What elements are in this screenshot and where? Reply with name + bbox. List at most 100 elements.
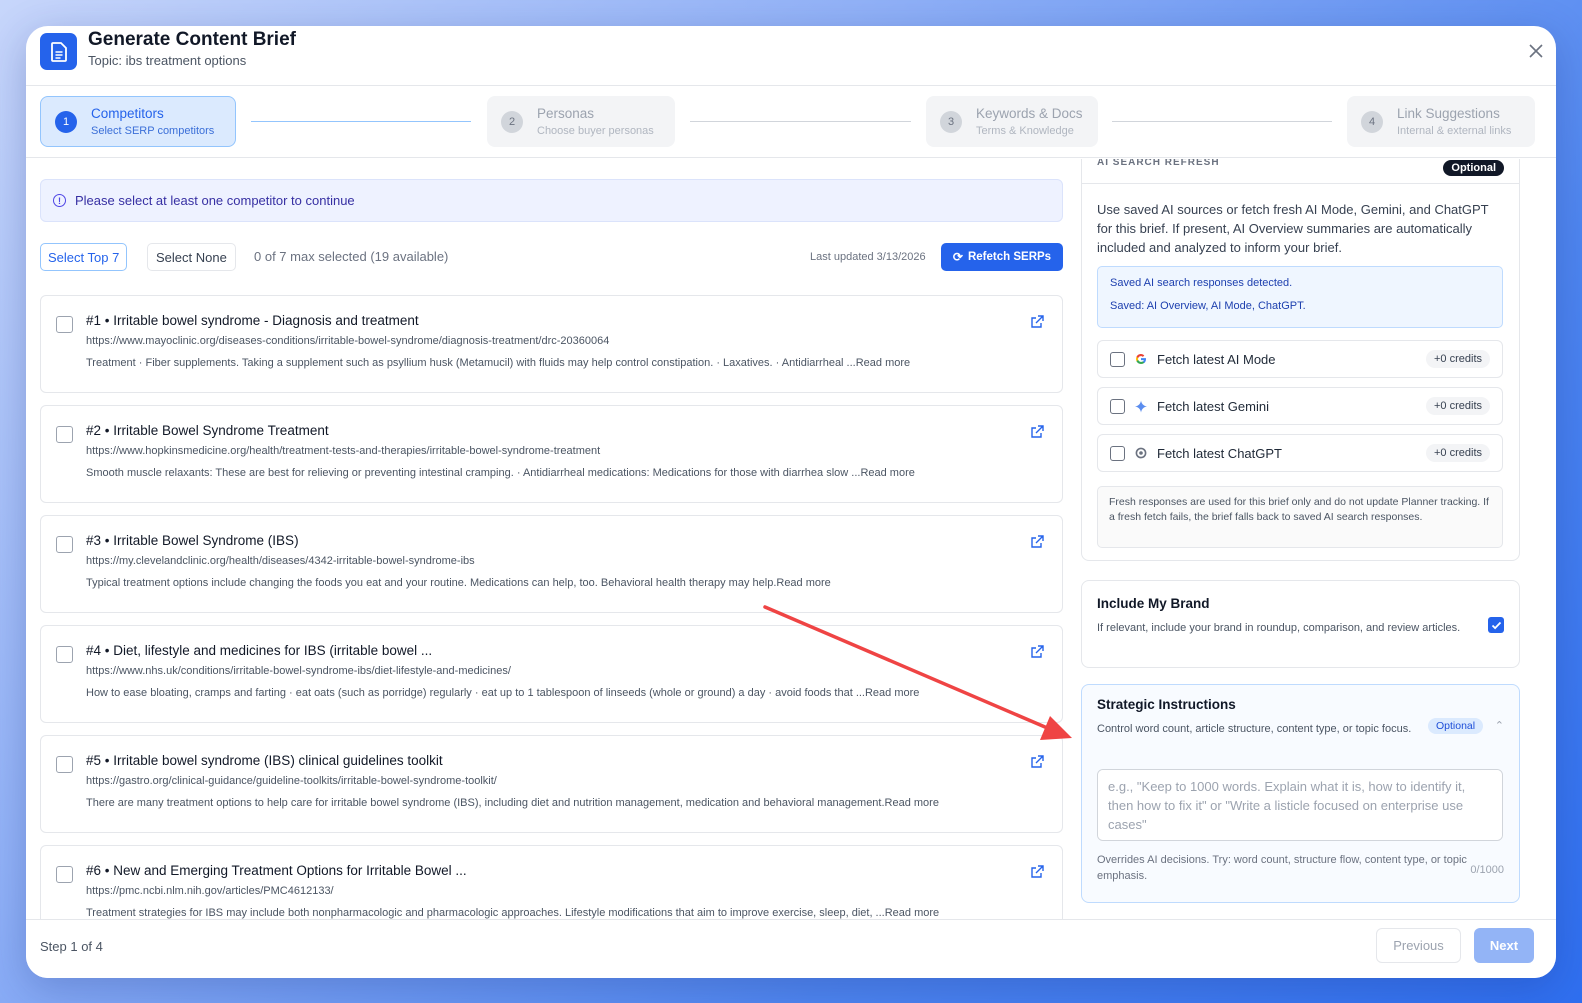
- step-title: Link Suggestions: [1397, 105, 1500, 121]
- credits-badge: +0 credits: [1426, 397, 1490, 415]
- step-subtitle: Terms & Knowledge: [976, 124, 1074, 137]
- competitor-snippet: There are many treatment options to help…: [86, 797, 939, 809]
- step-keywords-docs[interactable]: 3 Keywords & Docs Terms & Knowledge: [926, 96, 1098, 147]
- competitor-card[interactable]: #3 • Irritable Bowel Syndrome (IBS) http…: [40, 515, 1063, 613]
- competitors-panel: ! Please select at least one competitor …: [40, 159, 1063, 919]
- external-link-icon[interactable]: [1030, 755, 1044, 769]
- optional-badge: Optional: [1443, 160, 1504, 176]
- previous-button[interactable]: Previous: [1376, 928, 1461, 963]
- strategic-instructions-section: Strategic Instructions Control word coun…: [1081, 684, 1520, 903]
- competitor-card[interactable]: #1 • Irritable bowel syndrome - Diagnosi…: [40, 295, 1063, 393]
- step-title: Personas: [537, 105, 595, 121]
- fetch-chatgpt-label: Fetch latest ChatGPT: [1157, 445, 1282, 461]
- competitor-url: https://pmc.ncbi.nlm.nih.gov/articles/PM…: [86, 885, 334, 897]
- competitor-snippet: How to ease bloating, cramps and farting…: [86, 687, 920, 699]
- external-link-icon[interactable]: [1030, 865, 1044, 879]
- step-title: Competitors: [91, 105, 164, 121]
- optional-badge: Optional: [1428, 718, 1484, 734]
- fetch-ai-mode-checkbox[interactable]: [1110, 351, 1125, 367]
- alert-text: Please select at least one competitor to…: [75, 193, 355, 208]
- external-link-icon[interactable]: [1030, 315, 1044, 329]
- options-panel: AI SEARCH REFRESH Optional Use saved AI …: [1081, 159, 1520, 919]
- stepper: 1 Competitors Select SERP competitors 2 …: [26, 86, 1556, 158]
- competitor-url: https://www.mayoclinic.org/diseases-cond…: [86, 335, 610, 347]
- competitor-card[interactable]: #6 • New and Emerging Treatment Options …: [40, 845, 1063, 919]
- competitor-checkbox[interactable]: [56, 536, 73, 553]
- fetch-ai-mode-option[interactable]: Fetch latest AI Mode +0 credits: [1097, 340, 1503, 378]
- document-icon: [40, 33, 77, 70]
- step-link-suggestions[interactable]: 4 Link Suggestions Internal & external l…: [1347, 96, 1535, 147]
- next-button[interactable]: Next: [1474, 928, 1534, 963]
- external-link-icon[interactable]: [1030, 425, 1044, 439]
- ai-search-description: Use saved AI sources or fetch fresh AI M…: [1097, 202, 1489, 255]
- include-brand-checkbox[interactable]: [1488, 617, 1504, 633]
- competitor-toolbar: Select Top 7 Select None 0 of 7 max sele…: [40, 243, 1063, 272]
- credits-badge: +0 credits: [1426, 350, 1490, 368]
- include-brand-description: If relevant, include your brand in round…: [1097, 622, 1461, 634]
- character-count: 0/1000: [1470, 864, 1504, 876]
- ai-search-header: AI SEARCH REFRESH Optional: [1082, 159, 1519, 184]
- competitor-card[interactable]: #4 • Diet, lifestyle and medicines for I…: [40, 625, 1063, 723]
- step-number: 1: [55, 110, 77, 133]
- refetch-serps-button[interactable]: ⟳ Refetch SERPs: [941, 243, 1063, 271]
- competitor-url: https://www.nhs.uk/conditions/irritable-…: [86, 665, 511, 677]
- modal-subtitle: Topic: ibs treatment options: [88, 53, 247, 68]
- step-number: 2: [501, 110, 523, 133]
- include-brand-title: Include My Brand: [1097, 596, 1210, 611]
- select-top-button[interactable]: Select Top 7: [40, 243, 128, 271]
- competitor-title: #4 • Diet, lifestyle and medicines for I…: [86, 643, 433, 658]
- competitor-checkbox[interactable]: [56, 316, 73, 333]
- competitor-card[interactable]: #2 • Irritable Bowel Syndrome Treatment …: [40, 405, 1063, 503]
- competitor-checkbox[interactable]: [56, 426, 73, 443]
- ai-search-heading: AI SEARCH REFRESH: [1097, 159, 1220, 168]
- step-connector: [1112, 121, 1332, 122]
- strategic-instructions-input[interactable]: [1097, 769, 1503, 841]
- competitor-checkbox[interactable]: [56, 646, 73, 663]
- external-link-icon[interactable]: [1030, 645, 1044, 659]
- saved-responses-info: Saved AI search responses detected. Save…: [1097, 266, 1503, 328]
- strategic-instructions-help: Overrides AI decisions. Try: word count,…: [1097, 854, 1467, 882]
- fetch-chatgpt-option[interactable]: Fetch latest ChatGPT +0 credits: [1097, 434, 1503, 472]
- validation-alert: ! Please select at least one competitor …: [40, 179, 1063, 222]
- close-icon[interactable]: [1526, 42, 1546, 62]
- competitor-url: https://my.clevelandclinic.org/health/di…: [86, 555, 475, 567]
- step-connector: [690, 121, 911, 122]
- fetch-ai-mode-label: Fetch latest AI Mode: [1157, 351, 1276, 367]
- credits-badge: +0 credits: [1426, 444, 1490, 462]
- step-competitors[interactable]: 1 Competitors Select SERP competitors: [40, 96, 236, 147]
- competitor-checkbox[interactable]: [56, 866, 73, 883]
- competitor-url: https://www.hopkinsmedicine.org/health/t…: [86, 445, 601, 457]
- competitor-url: https://gastro.org/clinical-guidance/gui…: [86, 775, 497, 787]
- select-none-button[interactable]: Select None: [147, 243, 236, 271]
- fetch-gemini-option[interactable]: Fetch latest Gemini +0 credits: [1097, 387, 1503, 425]
- step-subtitle: Internal & external links: [1397, 124, 1512, 137]
- step-number: 3: [940, 110, 962, 133]
- content-brief-modal: Generate Content Brief Topic: ibs treatm…: [26, 26, 1556, 978]
- selected-count: 0 of 7 max selected (19 available): [254, 249, 449, 264]
- chevron-up-icon[interactable]: ⌃: [1495, 719, 1504, 732]
- fresh-responses-note: Fresh responses are used for this brief …: [1097, 486, 1503, 548]
- competitor-title: #3 • Irritable Bowel Syndrome (IBS): [86, 533, 299, 548]
- competitor-card[interactable]: #5 • Irritable bowel syndrome (IBS) clin…: [40, 735, 1063, 833]
- ai-search-refresh-section: AI SEARCH REFRESH Optional Use saved AI …: [1081, 159, 1520, 561]
- competitor-snippet: Smooth muscle relaxants: These are best …: [86, 467, 915, 479]
- gemini-icon: [1135, 400, 1147, 412]
- include-brand-section: Include My Brand If relevant, include yo…: [1081, 580, 1520, 668]
- info-icon: !: [53, 194, 66, 207]
- external-link-icon[interactable]: [1030, 535, 1044, 549]
- step-personas[interactable]: 2 Personas Choose buyer personas: [487, 96, 675, 147]
- competitor-snippet: Typical treatment options include changi…: [86, 577, 831, 589]
- competitor-checkbox[interactable]: [56, 756, 73, 773]
- modal-footer: Step 1 of 4 Previous Next: [26, 919, 1556, 978]
- fetch-gemini-checkbox[interactable]: [1110, 398, 1125, 414]
- competitor-title: #5 • Irritable bowel syndrome (IBS) clin…: [86, 753, 443, 768]
- fetch-gemini-label: Fetch latest Gemini: [1157, 398, 1269, 414]
- saved-responses-title: Saved AI search responses detected.: [1110, 277, 1293, 289]
- step-subtitle: Choose buyer personas: [537, 124, 654, 137]
- strategic-instructions-description: Control word count, article structure, c…: [1097, 723, 1412, 735]
- fetch-chatgpt-checkbox[interactable]: [1110, 445, 1125, 461]
- step-number: 4: [1361, 110, 1383, 133]
- google-icon: [1135, 353, 1147, 365]
- refetch-label: Refetch SERPs: [967, 251, 1052, 263]
- competitor-title: #1 • Irritable bowel syndrome - Diagnosi…: [86, 313, 419, 328]
